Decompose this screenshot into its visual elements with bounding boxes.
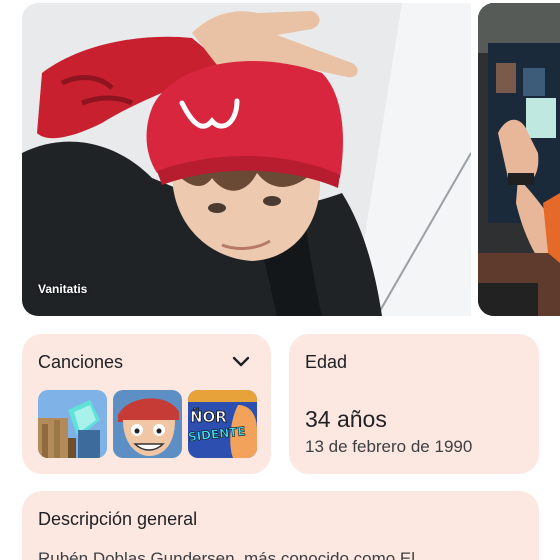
description-title: Descripción general xyxy=(38,509,198,529)
cartoon-face-thumbnail-icon xyxy=(113,390,182,458)
song-thumbnail-minecraft[interactable] xyxy=(38,390,107,458)
señor-presidente-thumbnail-icon: ÑOR SIDENTE xyxy=(188,390,257,458)
age-card[interactable]: Edad 34 años 13 de febrero de 1990 xyxy=(289,334,539,474)
description-text: Rubén Doblas Gundersen, más conocido com… xyxy=(38,549,416,560)
songs-title: Canciones xyxy=(38,352,124,372)
age-value: 34 años xyxy=(305,406,387,432)
song-thumbnails: ÑOR SIDENTE xyxy=(38,390,257,458)
song-thumbnail-cartoon[interactable] xyxy=(113,390,182,458)
birth-date: 13 de febrero de 1990 xyxy=(305,437,473,456)
age-title: Edad xyxy=(305,352,348,372)
chevron-down-icon[interactable] xyxy=(231,353,251,371)
image-credit: Vanitatis xyxy=(38,282,88,296)
next-photo-illustration xyxy=(478,3,560,316)
song-thumbnail-senor-presidente[interactable]: ÑOR SIDENTE xyxy=(188,390,257,458)
next-image-preview[interactable] xyxy=(478,3,560,316)
hero-image[interactable]: Vanitatis xyxy=(22,3,471,316)
knowledge-panel: Vanitatis Canciones ÑOR SIDENTE Edad 34 … xyxy=(0,0,560,560)
minecraft-thumbnail-icon xyxy=(38,390,107,458)
songs-card[interactable]: Canciones ÑOR SIDENTE xyxy=(22,334,271,474)
svg-text:ÑOR: ÑOR xyxy=(190,407,227,426)
hero-photo-illustration xyxy=(22,3,471,316)
description-card[interactable]: Descripción general Rubén Doblas Gunders… xyxy=(22,491,539,560)
